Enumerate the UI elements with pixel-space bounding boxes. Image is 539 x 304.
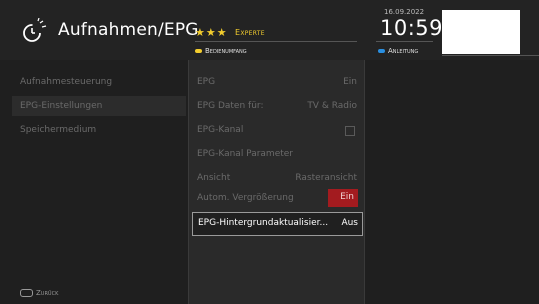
setting-label: EPG-Kanal Parameter [197,149,293,159]
blue-key-icon [378,49,385,53]
header-divider [195,41,357,42]
setting-value: Aus [341,218,358,228]
date-display: 16.09.2022 [384,8,425,16]
setting-label: EPG-Kanal [197,125,244,135]
recording-clock-icon [23,18,47,42]
setting-label: Autom. Vergrößerung [197,193,294,203]
setting-value: Ein [343,77,357,87]
tv-preview-window [442,10,520,54]
setting-row-autom-vergroesserung[interactable]: Autom. Vergrößerung [197,189,357,209]
header-divider [442,55,539,56]
setting-label: Ansicht [197,173,231,183]
epg-kanal-checkbox[interactable] [345,126,355,136]
level-label: Experte [235,28,265,37]
setting-label: EPG-Hintergrundaktualisier... [198,218,329,228]
setting-value: Rasteransicht [295,173,357,183]
column-divider [188,60,189,304]
sidebar-item-aufnahmesteuerung[interactable]: Aufnahmesteuerung [20,77,112,87]
setting-row-epg-daten[interactable]: EPG Daten für: TV & Radio [197,97,357,117]
header-bar: Aufnahmen/EPG ★★★ Experte Bedienumfang 1… [0,0,539,60]
sidebar-item-speichermedium[interactable]: Speichermedium [20,125,96,135]
back-label: Zurück [36,289,59,297]
back-key-icon [20,289,33,297]
sidebar-item-epg-einstellungen[interactable]: EPG-Einstellungen [20,101,102,111]
clock-display: 10:59 [380,16,444,40]
header-divider [376,41,433,42]
setting-row-epg-kanal-parameter[interactable]: EPG-Kanal Parameter [197,145,357,165]
setting-row-epg-kanal[interactable]: EPG-Kanal [197,121,357,141]
setting-label: EPG [197,77,216,87]
blue-key-label: Anleitung [388,47,419,55]
level-stars: ★★★ [195,26,228,39]
setting-value: TV & Radio [307,101,357,111]
setting-row-epg[interactable]: EPG Ein [197,73,357,93]
yellow-key-icon [195,49,202,53]
blue-key-hint[interactable]: Anleitung [378,47,418,55]
setting-row-epg-hintergrundaktualisierung[interactable]: EPG-Hintergrundaktualisier... Aus [192,212,363,236]
column-divider [364,60,365,304]
setting-row-ansicht[interactable]: Ansicht Rasteransicht [197,169,357,189]
yellow-key-hint[interactable]: Bedienumfang [195,47,247,55]
yellow-key-label: Bedienumfang [205,47,247,55]
setting-label: EPG Daten für: [197,101,264,111]
back-button[interactable]: Zurück [20,289,58,297]
page-title: Aufnahmen/EPG [58,20,199,40]
